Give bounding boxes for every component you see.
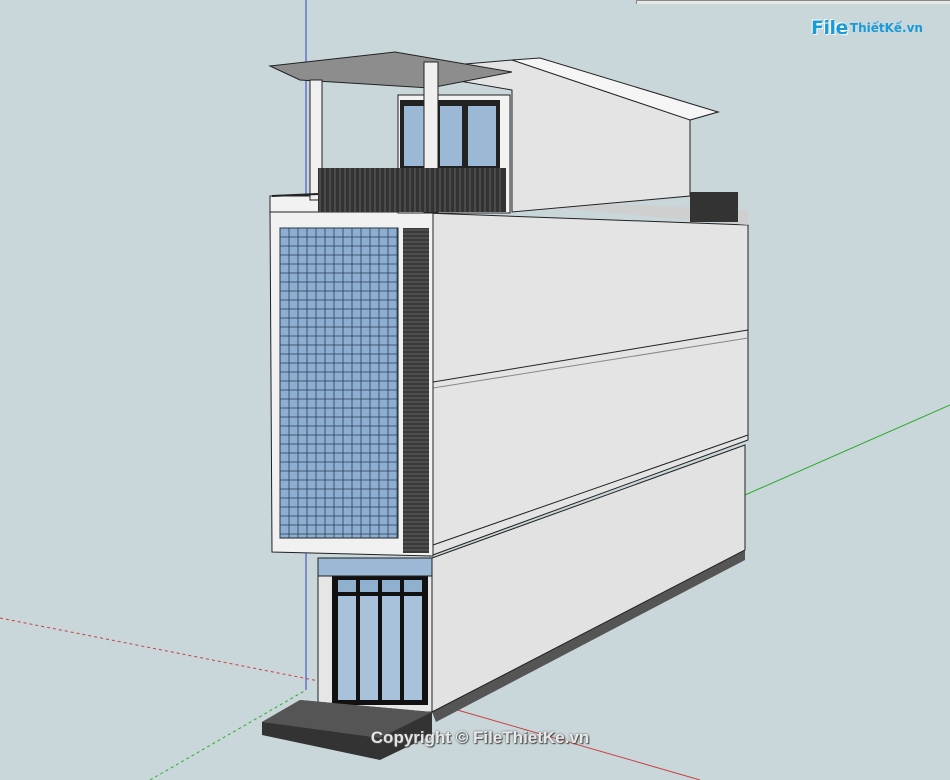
brand-logo: File ThiếtKế.vn bbox=[811, 10, 923, 46]
modeling-viewport[interactable]: File ThiếtKế.vn Copyright © FileThietKe.… bbox=[0, 0, 950, 780]
copyright-watermark: Copyright © FileThietKe.vn bbox=[370, 728, 590, 747]
logo-file-text: File bbox=[811, 17, 848, 39]
louver-slats bbox=[403, 229, 429, 551]
top-window-pane bbox=[404, 106, 426, 166]
transom-glass bbox=[317, 557, 433, 577]
top-window-pane bbox=[468, 106, 496, 166]
rear-railing bbox=[690, 192, 738, 222]
logo-rest-text: ThiếtKế.vn bbox=[849, 21, 923, 35]
top-window-pane bbox=[440, 106, 462, 166]
balcony-railing bbox=[318, 168, 506, 212]
louver-panel bbox=[403, 228, 429, 553]
green-axis bbox=[744, 404, 950, 496]
building-3d-model[interactable] bbox=[0, 0, 950, 780]
